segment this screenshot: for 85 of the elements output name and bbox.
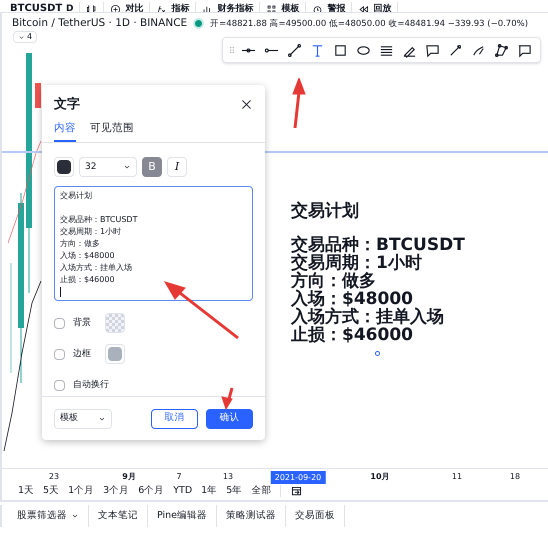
bottom-panel-tab[interactable]: 交易面板 — [286, 505, 346, 527]
checkbox[interactable] — [54, 380, 65, 391]
toolbar-button[interactable]: 警报 — [306, 2, 352, 12]
checkbox-label: 自动换行 — [73, 379, 109, 392]
italic-toggle[interactable]: I — [167, 157, 187, 178]
chevron-down-icon — [18, 34, 25, 40]
dialog-tab[interactable]: 内容 — [54, 120, 76, 142]
range-button[interactable]: YTD — [173, 484, 192, 498]
bottom-panel-tab[interactable]: 文本笔记 — [89, 505, 148, 527]
text-tool-icon — [310, 42, 325, 58]
plus-icon — [110, 4, 122, 12]
text-line: 入场：$48000 — [60, 250, 115, 262]
bottom-panel-tab[interactable]: Pine编辑器 — [148, 505, 218, 527]
dialog-title: 文字 — [54, 96, 80, 114]
background-color-button[interactable] — [105, 313, 125, 334]
chevron-down-icon — [71, 512, 79, 520]
callout-tool-icon — [425, 42, 440, 58]
candles-icon — [86, 4, 98, 12]
text-line: 交易品种：BTCUSDT — [60, 214, 138, 226]
checkbox[interactable] — [54, 318, 65, 329]
time-axis-label: 10月 — [370, 471, 390, 483]
nodes-tool-icon — [494, 42, 509, 58]
checkbox[interactable] — [54, 348, 65, 360]
color-swatch — [108, 347, 122, 362]
rect-tool-icon — [333, 42, 348, 58]
rewind-icon — [358, 4, 370, 12]
trend-tool-icon — [287, 42, 302, 58]
time-axis-label: 9月 — [122, 471, 136, 483]
toolbar-button[interactable]: 模板 — [260, 2, 306, 12]
anchor-point[interactable] — [375, 351, 380, 356]
candle — [35, 83, 41, 108]
range-button[interactable]: 1天 — [18, 484, 34, 498]
calendar-arrow-icon — [290, 484, 304, 498]
alarm-icon — [312, 4, 324, 12]
template-select[interactable]: 模板 — [54, 408, 112, 428]
time-axis-label: 18 — [510, 471, 520, 483]
text-line: 止损：$46000 — [60, 274, 115, 286]
text-annotation-body[interactable]: 交易品种：BTCUSDT 交易周期：1小时 方向：做多 入场：$48000 入场方式：挂单入场 止损：$46000 — [291, 236, 465, 344]
range-button[interactable]: 1个月 — [68, 484, 94, 498]
time-axis-label: 13 — [222, 471, 234, 483]
time-axis-label: 7 — [176, 471, 182, 483]
fx-icon — [156, 4, 168, 12]
time-axis-label: 11 — [452, 471, 462, 483]
text-line: 入场方式：挂单入场 — [60, 262, 132, 274]
checkbox-label: 背景 — [73, 317, 92, 330]
close-button[interactable] — [240, 98, 253, 112]
range-button[interactable]: 3个月 — [103, 484, 130, 498]
text-color-button[interactable] — [54, 157, 74, 178]
comment-tool-icon — [517, 42, 532, 58]
brush-tool-icon — [448, 42, 463, 58]
range-button[interactable]: 5天 — [43, 484, 60, 498]
range-button[interactable]: 全部 — [251, 484, 272, 498]
text-input-field[interactable]: 交易计划 交易品种：BTCUSDT 交易周期：1小时 方向：做多 入场：$48000 入场方式：挂单入场 止损：$46000 — [54, 186, 253, 302]
toolbar-button[interactable]: 财务指标 — [196, 2, 260, 12]
font-size-select[interactable]: 32 — [79, 157, 137, 178]
range-button[interactable]: 6个月 — [138, 484, 164, 498]
bottom-panel-tab[interactable]: 股票筛选器 — [8, 505, 89, 527]
bottom-panel-tab[interactable]: 策略测试器 — [217, 505, 286, 527]
symbol-title: Bitcoin / TetherUS · 1D · BINANCE — [12, 16, 188, 31]
text-annotation-title[interactable]: 交易计划 — [291, 203, 465, 220]
toolbar-button[interactable]: 对比 — [104, 2, 150, 12]
checkbox-label: 边框 — [73, 348, 92, 360]
range-button[interactable]: 5年 — [226, 484, 242, 498]
text-cursor — [60, 287, 61, 298]
color-swatch — [57, 160, 71, 174]
dialog-tab[interactable]: 可见范围 — [90, 120, 134, 142]
text-line: 方向：做多 — [60, 238, 100, 250]
toolbar-button[interactable]: 回放 — [352, 2, 398, 12]
confirm-button[interactable]: 确认 — [206, 408, 253, 428]
close-icon — [240, 98, 253, 112]
text-line: 交易周期：1小时 — [60, 226, 122, 238]
time-axis-label: 2021-09-20 — [270, 471, 326, 484]
time-axis-label: 23 — [48, 471, 60, 483]
text-line: 交易计划 — [60, 190, 92, 202]
toolbar-button[interactable]: 指标 — [150, 2, 196, 12]
border-color-button[interactable] — [105, 344, 125, 364]
annotation-arrow — [220, 386, 234, 410]
grid-icon — [266, 4, 278, 12]
toolbar-button[interactable]: BTCUSDT — [0, 2, 60, 12]
cancel-button[interactable]: 取消 — [151, 408, 198, 428]
go-to-date-button[interactable] — [290, 484, 304, 498]
collapse-button[interactable]: 4 — [13, 31, 38, 43]
ohlc-values: 开=48821.88 高=49500.00 低=48050.00 收=48481.94 −339.93 (−0.70%) — [210, 18, 528, 30]
range-button[interactable]: 1年 — [201, 484, 218, 498]
annotation-arrow — [292, 78, 306, 130]
